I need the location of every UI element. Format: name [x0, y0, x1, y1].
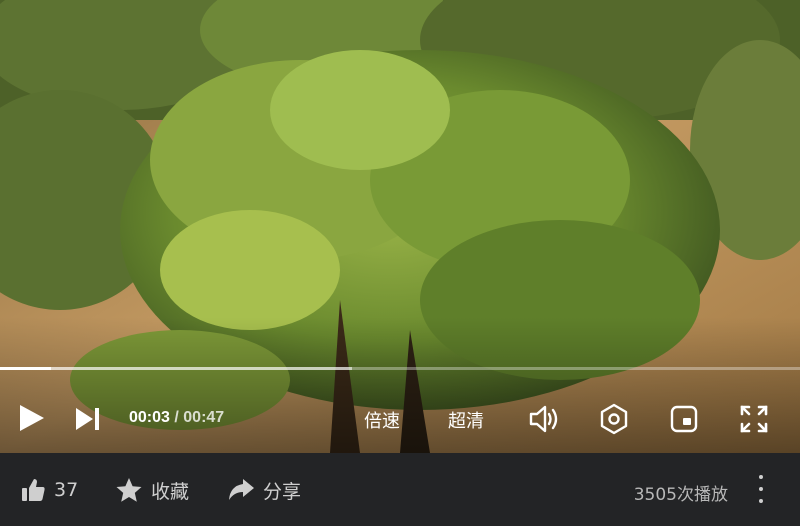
share-icon [229, 479, 254, 500]
more-options-button[interactable] [756, 475, 766, 503]
volume-button[interactable] [528, 404, 560, 434]
favorite-button[interactable]: 收藏 [115, 476, 189, 504]
video-frame [0, 0, 800, 453]
settings-icon [600, 403, 628, 435]
time-display: 00:03 / 00:47 [129, 409, 224, 427]
star-icon [116, 478, 142, 502]
settings-button[interactable] [598, 403, 630, 435]
more-dot-icon [759, 487, 763, 491]
picture-in-picture-icon [670, 405, 698, 433]
more-dot-icon [759, 499, 763, 503]
pip-button[interactable] [670, 405, 698, 433]
fullscreen-button[interactable] [740, 405, 768, 433]
next-button[interactable] [74, 406, 102, 432]
progress-played [0, 367, 52, 370]
share-button[interactable]: 分享 [227, 476, 301, 504]
progress-bar[interactable] [0, 367, 800, 370]
speed-button[interactable]: 倍速 [364, 407, 400, 433]
quality-button[interactable]: 超清 [448, 407, 484, 433]
total-time: 00:47 [183, 409, 225, 426]
progress-buffered [0, 367, 352, 370]
action-bar: 37 收藏 分享 3505次播放 [0, 453, 800, 526]
like-count: 37 [54, 479, 79, 501]
play-count: 3505次播放 [633, 485, 728, 505]
time-separator: / [174, 409, 179, 426]
favorite-label: 收藏 [151, 480, 190, 503]
current-time: 00:03 [129, 409, 170, 426]
play-button[interactable] [16, 403, 46, 433]
video-player[interactable]: 00:03 / 00:47 倍速 超清 [0, 0, 800, 453]
fullscreen-icon [740, 405, 768, 433]
like-button[interactable]: 37 [20, 476, 78, 504]
play-icon [20, 405, 44, 431]
more-dot-icon [759, 475, 763, 479]
thumbs-up-icon [22, 479, 45, 501]
volume-icon [529, 405, 558, 433]
share-label: 分享 [263, 480, 302, 503]
skip-next-icon [76, 408, 99, 430]
